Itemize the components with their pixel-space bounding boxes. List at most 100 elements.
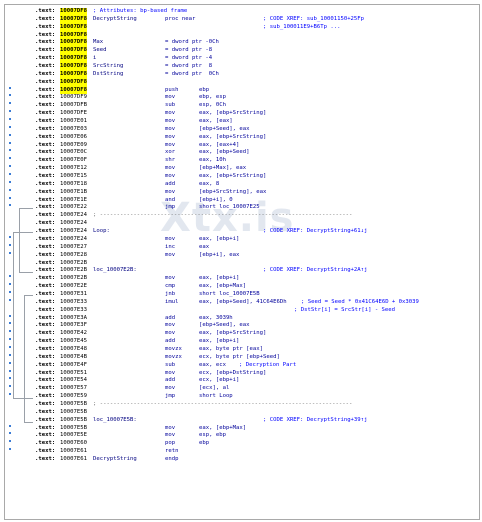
breakpoint-dot-icon[interactable]: [9, 235, 11, 238]
mnemonic[interactable]: add: [165, 315, 175, 323]
operand[interactable]: eax, [ebp+SrcString]: [199, 173, 266, 181]
breakpoint-dot-icon[interactable]: [9, 118, 11, 121]
mnemonic[interactable]: mov: [165, 236, 175, 244]
operand[interactable]: ebp, esp: [199, 94, 226, 102]
mnemonic[interactable]: mov: [165, 252, 175, 260]
disassembly-view[interactable]: Xtx.is .text: 10007DF8; Attributes: bp-ba…: [4, 4, 480, 520]
listing-line[interactable]: .text: 10007DF8 i = dword ptr -4: [5, 55, 479, 64]
mnemonic[interactable]: push: [165, 87, 178, 95]
breakpoint-dot-icon[interactable]: [9, 283, 11, 286]
code-label[interactable]: loc_10007E2B:: [93, 267, 137, 275]
operand[interactable]: eax, [ebp+SrcString]: [199, 110, 266, 118]
listing-line[interactable]: .text: 10007E28 mov [ebp+i], eax: [5, 251, 479, 260]
operand[interactable]: short loc_10007E25: [199, 204, 260, 212]
mnemonic[interactable]: mov: [165, 330, 175, 338]
mnemonic[interactable]: movzx: [165, 346, 182, 354]
disassembly-listing[interactable]: .text: 10007DF8 ; Attributes: bp-based fra…: [5, 8, 479, 464]
mnemonic[interactable]: sub: [165, 362, 175, 370]
mnemonic[interactable]: add: [165, 181, 175, 189]
operand[interactable]: ecx, byte ptr [ebp+Seed]: [199, 354, 280, 362]
listing-line[interactable]: .text: 10007E61 DecryptString endp: [5, 456, 479, 464]
listing-line[interactable]: .text: 10007DF8 Max = dword ptr -0Ch: [5, 39, 479, 48]
listing-line[interactable]: .text: 10007E18 add eax, 8: [5, 180, 479, 189]
operand[interactable]: ebp: [199, 440, 209, 448]
breakpoint-dot-icon[interactable]: [9, 180, 11, 183]
mnemonic[interactable]: mov: [165, 142, 175, 150]
mnemonic[interactable]: cmp: [165, 283, 175, 291]
address[interactable]: 10007E0C: [60, 149, 87, 157]
address[interactable]: 10007DF8: [60, 63, 87, 71]
code-label[interactable]: SrcString: [93, 63, 123, 71]
address[interactable]: 10007E59: [60, 393, 87, 401]
address[interactable]: 10007E54: [60, 377, 87, 385]
operand[interactable]: eax, [eax]: [199, 118, 233, 126]
address[interactable]: 10007E06: [60, 134, 87, 142]
mnemonic[interactable]: mov: [165, 425, 175, 433]
breakpoint-dot-icon[interactable]: [9, 157, 11, 160]
operand[interactable]: [ebp+Max], eax: [199, 165, 246, 173]
breakpoint-dot-icon[interactable]: [9, 94, 11, 97]
listing-line[interactable]: .text: 10007E5B mov eax, [ebp+Max]: [5, 424, 479, 433]
code-label[interactable]: i: [93, 55, 96, 63]
operand[interactable]: eax, [ebp+Seed], 41C64E6Dh: [199, 299, 287, 307]
address[interactable]: 10007E3A: [60, 315, 87, 323]
listing-line[interactable]: .text: 10007DF8 Seed = dword ptr -8: [5, 47, 479, 56]
operand[interactable]: [ebp+Seed], eax: [199, 322, 250, 330]
listing-line[interactable]: .text: 10007E1B mov [ebp+SrcString], eax: [5, 188, 479, 197]
address[interactable]: 10007DF8: [60, 47, 87, 56]
breakpoint-dot-icon[interactable]: [9, 110, 11, 113]
listing-line[interactable]: .text: 10007E24: [5, 220, 479, 228]
listing-line[interactable]: .text: 10007E0F shr eax, 10h: [5, 157, 479, 165]
address[interactable]: 10007E24: [60, 220, 87, 228]
listing-line[interactable]: .text: 10007E01 mov eax, [eax]: [5, 118, 479, 126]
mnemonic[interactable]: endp: [165, 456, 178, 464]
listing-line[interactable]: .text: 10007E57 mov [ecx], al: [5, 385, 479, 393]
mnemonic[interactable]: mov: [165, 275, 175, 283]
breakpoint-dot-icon[interactable]: [9, 125, 11, 128]
address[interactable]: 10007E27: [60, 244, 87, 252]
mnemonic[interactable]: = dword ptr 0Ch: [165, 71, 219, 79]
breakpoint-dot-icon[interactable]: [9, 133, 11, 136]
address[interactable]: 10007E1B: [60, 189, 87, 197]
breakpoint-dot-icon[interactable]: [9, 385, 11, 388]
mnemonic[interactable]: proc near: [165, 16, 195, 24]
operand[interactable]: esp, ebp: [199, 432, 226, 440]
listing-line[interactable]: .text: 10007E1E and [ebp+i], 0: [5, 196, 479, 205]
address[interactable]: 10007E2B: [60, 267, 87, 275]
breakpoint-dot-icon[interactable]: [9, 377, 11, 380]
operand[interactable]: eax, [ebp+Max]: [199, 283, 246, 291]
listing-line[interactable]: .text: 10007E45 add eax, [ebp+i]: [5, 338, 479, 346]
mnemonic[interactable]: add: [165, 338, 175, 346]
breakpoint-dot-icon[interactable]: [9, 338, 11, 341]
address[interactable]: 10007E60: [60, 440, 87, 448]
address[interactable]: 10007E33: [60, 307, 87, 315]
address[interactable]: 10007DF8: [60, 8, 87, 16]
listing-line[interactable]: .text: 10007E09 mov eax, [eax+4]: [5, 141, 479, 150]
mnemonic[interactable]: = dword ptr 8: [165, 63, 212, 71]
mnemonic[interactable]: mov: [165, 370, 175, 378]
listing-line[interactable]: .text: 10007E61 retn: [5, 448, 479, 456]
listing-line[interactable]: .text: 10007E24 mov eax, [ebp+i]: [5, 235, 479, 244]
breakpoint-dot-icon[interactable]: [9, 102, 11, 105]
mnemonic[interactable]: mov: [165, 173, 175, 181]
address[interactable]: 10007E45: [60, 338, 87, 346]
breakpoint-dot-icon[interactable]: [9, 173, 11, 176]
address[interactable]: 10007E12: [60, 165, 87, 173]
code-label[interactable]: Max: [93, 39, 103, 47]
operand[interactable]: eax, 3039h: [199, 315, 233, 323]
operand[interactable]: eax, [ebp+Seed]: [199, 149, 250, 157]
operand[interactable]: [ebp+Seed], eax: [199, 126, 250, 134]
address[interactable]: 10007E24: [60, 236, 87, 244]
breakpoint-dot-icon[interactable]: [9, 243, 11, 246]
breakpoint-dot-icon[interactable]: [9, 330, 11, 333]
listing-line[interactable]: .text: 10007DF8 ; Attributes: bp-based fra…: [5, 8, 479, 16]
breakpoint-dot-icon[interactable]: [9, 141, 11, 144]
listing-line[interactable]: .text: 10007E22 jmp short loc_10007E25: [5, 204, 479, 212]
listing-line[interactable]: .text: 10007E3F mov [ebp+Seed], eax: [5, 322, 479, 330]
breakpoint-dot-icon[interactable]: [9, 448, 11, 451]
listing-line[interactable]: .text: 10007E51 mov ecx, [ebp+DstString]: [5, 369, 479, 378]
operand[interactable]: eax, ecx: [199, 362, 226, 370]
breakpoint-dot-icon[interactable]: [9, 251, 11, 254]
listing-line[interactable]: .text: 10007E48 movzx eax, byte ptr [eax]: [5, 345, 479, 354]
mnemonic[interactable]: mov: [165, 126, 175, 134]
